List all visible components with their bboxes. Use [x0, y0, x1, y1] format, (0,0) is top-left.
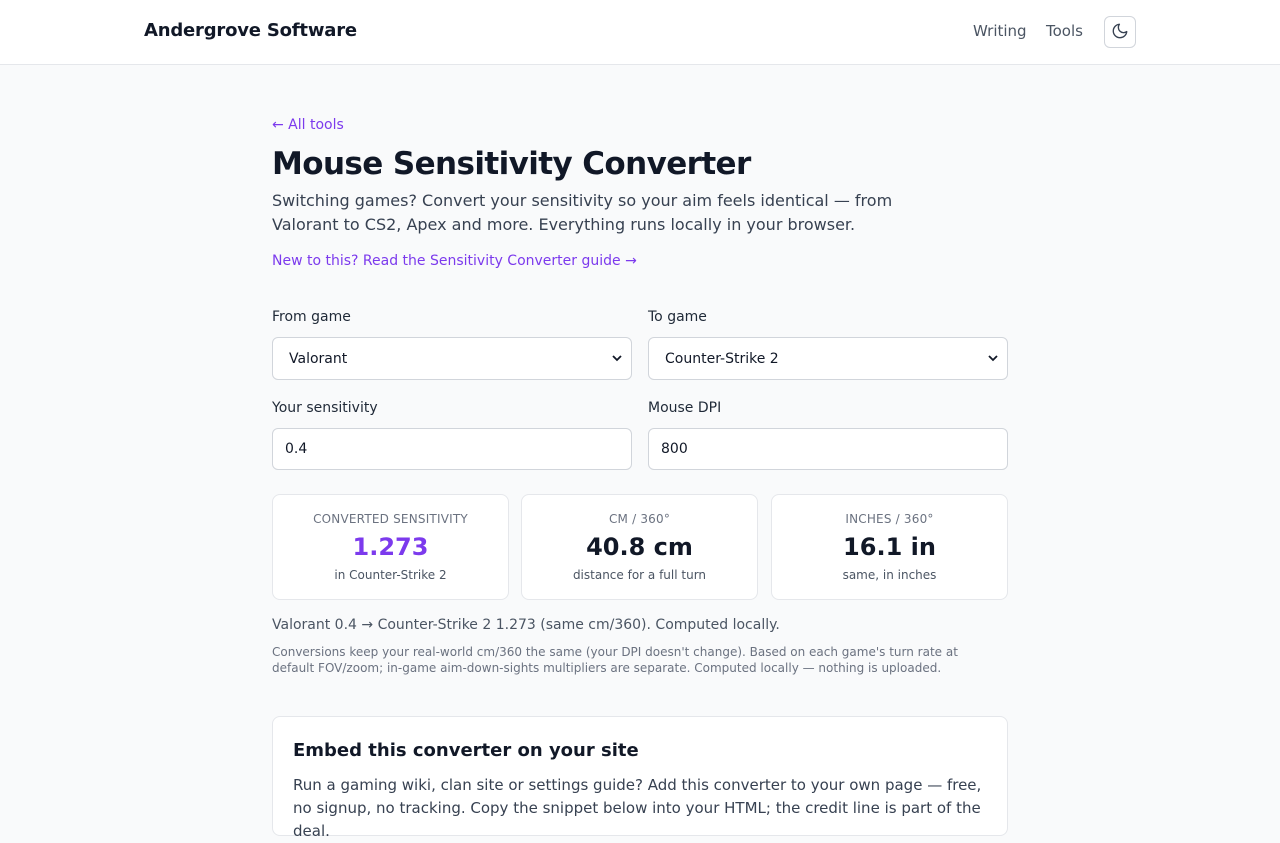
result-label: CONVERTED SENSITIVITY [313, 512, 468, 526]
result-sub: distance for a full turn [572, 568, 707, 582]
sensitivity-value: 0.4 [285, 441, 308, 457]
from-game-value: Valorant [289, 350, 348, 367]
dpi-label: Mouse DPI [648, 400, 722, 416]
page-title: Mouse Sensitivity Converter [272, 146, 751, 182]
result-label: INCHES / 360° [845, 512, 934, 526]
dpi-input[interactable]: 800 [648, 428, 1008, 470]
sensitivity-label: Your sensitivity [272, 400, 378, 416]
from-game-select[interactable]: Valorant [272, 337, 632, 380]
result-sub: in Counter-Strike 2 [334, 568, 447, 582]
sensitivity-input[interactable]: 0.4 [272, 428, 632, 470]
chevron-down-icon [987, 352, 999, 368]
from-game-label: From game [272, 309, 351, 325]
result-card-cm: CM / 360° 40.8 cm distance for a full tu… [521, 494, 758, 600]
result-sub: same, in inches [842, 568, 937, 582]
to-game-select[interactable]: Counter-Strike 2 [648, 337, 1008, 380]
embed-section: Embed this converter on your site Run a … [272, 716, 1008, 840]
nav-tools[interactable]: Tools [1046, 22, 1083, 40]
chevron-down-icon [611, 352, 623, 368]
embed-text: Run a gaming wiki, clan site or settings… [293, 776, 982, 840]
conversion-summary: Valorant 0.4 → Counter-Strike 2 1.273 (s… [272, 617, 780, 633]
nav-writing[interactable]: Writing [973, 22, 1027, 40]
all-tools-link[interactable]: ← All tools [272, 117, 344, 133]
to-game-label: To game [648, 309, 707, 325]
dpi-value: 800 [661, 441, 688, 457]
to-game-value: Counter-Strike 2 [665, 350, 779, 367]
top-bar: Andergrove Software Writing Tools [0, 0, 1280, 65]
conversion-note: Conversions keep your real-world cm/360 … [272, 645, 958, 675]
theme-toggle-button[interactable] [1104, 16, 1136, 48]
result-card-converted: CONVERTED SENSITIVITY 1.273 in Counter-S… [272, 494, 509, 600]
result-value: 16.1 in [843, 533, 936, 561]
moon-icon [1111, 22, 1129, 43]
embed-title: Embed this converter on your site [293, 740, 639, 761]
page-intro: Switching games? Convert your sensitivit… [272, 191, 893, 234]
result-value: 1.273 [352, 533, 429, 561]
result-value: 40.8 cm [586, 533, 693, 561]
guide-link[interactable]: New to this? Read the Sensitivity Conver… [272, 253, 637, 269]
result-card-inches: INCHES / 360° 16.1 in same, in inches [771, 494, 1008, 600]
result-label: CM / 360° [608, 512, 671, 526]
brand-logo[interactable]: Andergrove Software [144, 20, 357, 41]
